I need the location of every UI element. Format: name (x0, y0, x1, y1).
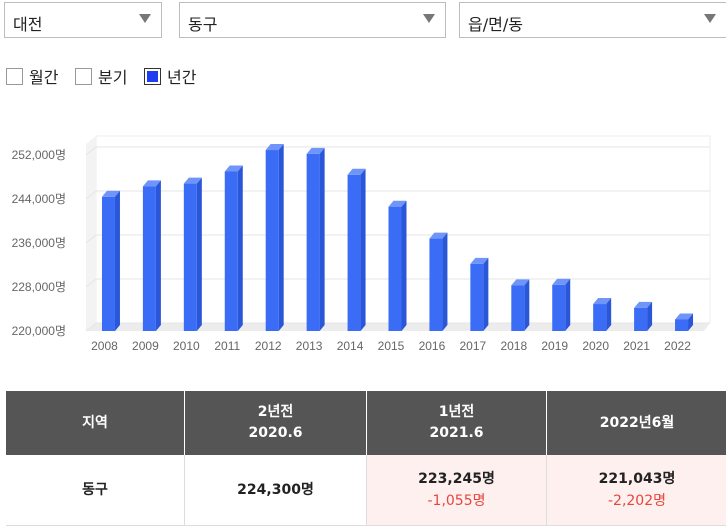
bar-side (320, 148, 325, 331)
plot-side-wall (86, 136, 96, 331)
bar (470, 264, 483, 331)
period-yearly-label: 년간 (167, 64, 196, 88)
y-tick-label: 236,000명 (12, 236, 66, 250)
bar (225, 172, 238, 332)
chevron-down-icon (423, 14, 435, 23)
cell-current: 221,043명-2,202명 (547, 455, 726, 526)
bar-side (197, 178, 202, 331)
period-monthly-option[interactable]: 월간 (6, 64, 58, 88)
bar (143, 186, 156, 331)
one-year-change: -1,055명 (427, 493, 485, 509)
x-tick-label: 2020 (582, 339, 609, 353)
period-quarterly-label: 분기 (98, 64, 127, 88)
bar-side (442, 233, 447, 331)
y-tick-label: 252,000명 (12, 148, 66, 162)
bar (266, 150, 279, 331)
period-monthly-label: 월간 (29, 64, 58, 88)
y-tick-label: 220,000명 (12, 324, 66, 338)
bar-side (524, 279, 529, 331)
region-select[interactable]: 대전 (4, 2, 162, 38)
x-tick-label: 2017 (460, 339, 487, 353)
bar-side (115, 191, 120, 331)
x-tick-label: 2018 (500, 339, 527, 353)
x-tick-label: 2013 (296, 339, 323, 353)
bar (593, 304, 606, 331)
checkbox-quarterly[interactable] (75, 68, 92, 85)
period-quarterly-option[interactable]: 분기 (75, 64, 127, 88)
y-tick-label: 244,000명 (12, 192, 66, 206)
bar-side (361, 169, 366, 331)
x-tick-label: 2011 (214, 339, 240, 353)
table-row: 동구 224,300명 223,245명-1,055명 221,043명-2,2… (6, 455, 726, 526)
bar (429, 239, 442, 331)
bar (348, 175, 361, 331)
bar (389, 207, 402, 331)
x-tick-label: 2014 (337, 339, 364, 353)
checkbox-monthly[interactable] (6, 68, 23, 85)
district-select[interactable]: 동구 (179, 2, 446, 38)
x-tick-label: 2019 (541, 339, 568, 353)
cell-region: 동구 (6, 455, 185, 526)
header-two-years: 2년전2020.6 (185, 391, 367, 455)
table-header-row: 지역 2년전2020.6 1년전2021.6 2022년6월 (6, 391, 726, 455)
bar-side (156, 180, 161, 331)
bar (184, 184, 197, 331)
district-select-value: 동구 (188, 11, 217, 35)
bar (634, 308, 647, 331)
cell-one-year: 223,245명-1,055명 (367, 455, 547, 526)
bar (511, 285, 524, 331)
checkbox-yearly[interactable] (144, 68, 161, 85)
bar (552, 285, 565, 331)
x-tick-label: 2008 (91, 339, 118, 353)
dong-select[interactable]: 읍/면/동 (459, 2, 726, 38)
bar (102, 197, 115, 331)
x-tick-label: 2015 (378, 339, 405, 353)
bar (307, 154, 320, 331)
population-table: 지역 2년전2020.6 1년전2021.6 2022년6월 동구 224,30… (6, 391, 726, 526)
dong-select-value: 읍/면/동 (468, 11, 523, 35)
x-tick-label: 2016 (419, 339, 446, 353)
period-yearly-option[interactable]: 년간 (144, 64, 196, 88)
x-tick-label: 2022 (664, 339, 691, 353)
header-one-year: 1년전2021.6 (367, 391, 547, 455)
x-tick-label: 2009 (132, 339, 159, 353)
population-bar-chart: 220,000명 228,000명 236,000명 244,000명 252,000명… (0, 118, 726, 358)
x-tick-label: 2010 (173, 339, 200, 353)
bar-side (238, 166, 243, 332)
region-select-value: 대전 (13, 11, 42, 35)
bar-side (279, 144, 284, 331)
cell-two-years: 224,300명 (185, 455, 367, 526)
x-tick-label: 2012 (255, 339, 282, 353)
x-tick-label: 2021 (623, 339, 650, 353)
bar (675, 319, 688, 331)
chevron-down-icon (139, 14, 151, 23)
header-current: 2022년6월 (547, 391, 726, 455)
current-change: -2,202명 (608, 493, 666, 509)
bar-side (565, 279, 570, 331)
y-tick-label: 228,000명 (12, 280, 66, 294)
bar-side (402, 201, 407, 331)
bar-side (483, 258, 488, 331)
chevron-down-icon (704, 14, 716, 23)
header-region: 지역 (6, 391, 185, 455)
